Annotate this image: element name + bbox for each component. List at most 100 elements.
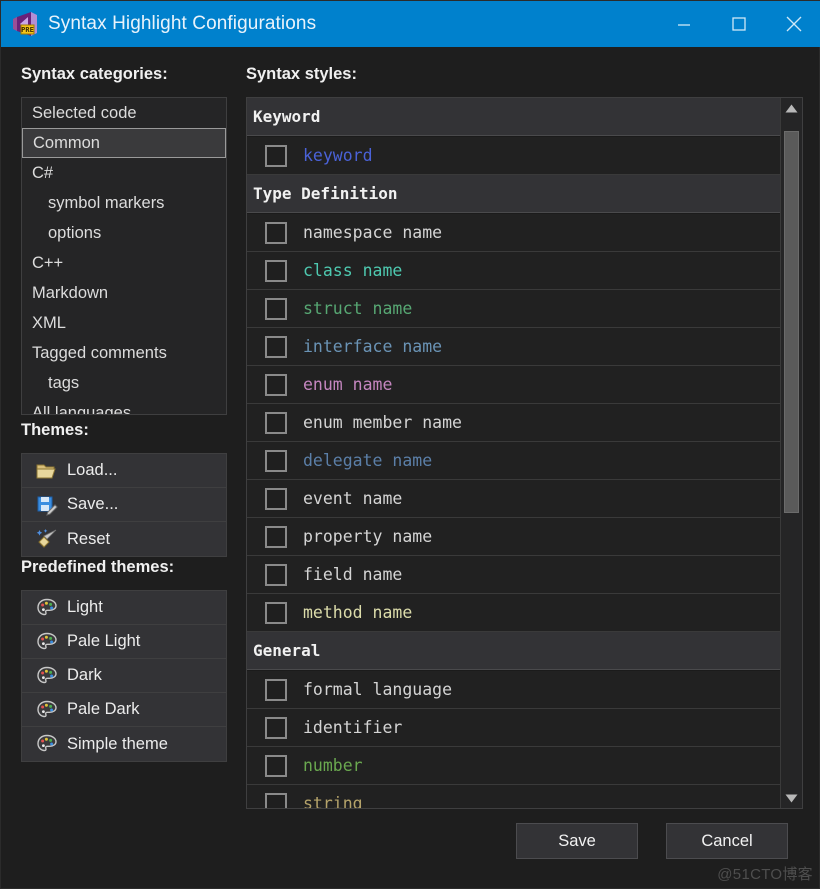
category-item[interactable]: Common — [22, 128, 226, 158]
title-bar: PRE Syntax Highlight Configurations — [1, 1, 820, 47]
minimize-button[interactable] — [656, 1, 711, 47]
category-item-label: Common — [33, 134, 100, 152]
syntax-categories-list[interactable]: Selected code Common C# symbol markers optio… — [21, 97, 227, 415]
category-item[interactable]: Selected code — [22, 98, 226, 128]
category-item[interactable]: options — [22, 218, 226, 248]
styles-vertical-scrollbar[interactable] — [780, 98, 802, 808]
style-checkbox[interactable] — [265, 297, 287, 320]
style-checkbox[interactable] — [265, 259, 287, 282]
category-item-label: Markdown — [32, 284, 109, 302]
style-row[interactable]: namespace name — [247, 214, 780, 252]
style-row-label: class name — [303, 261, 403, 280]
style-row-label: event name — [303, 489, 403, 508]
category-item[interactable]: C++ — [22, 248, 226, 278]
folder-open-icon — [36, 460, 58, 482]
palette-icon — [36, 597, 58, 619]
category-item[interactable]: C# — [22, 158, 226, 188]
close-button[interactable] — [766, 1, 820, 47]
syntax-styles-label: Syntax styles: — [246, 65, 357, 83]
style-checkbox[interactable] — [265, 144, 287, 167]
theme-action-button[interactable]: Load... — [22, 454, 226, 488]
theme-action-button-label: Load... — [67, 461, 118, 479]
style-checkbox[interactable] — [265, 221, 287, 244]
predefined-theme-button[interactable]: Pale Dark — [22, 693, 226, 727]
category-item-label: All languages — [32, 404, 132, 415]
broom-sparkle-icon — [36, 528, 58, 550]
style-row[interactable]: method name — [247, 594, 780, 632]
maximize-button[interactable] — [711, 1, 766, 47]
style-checkbox[interactable] — [265, 678, 287, 701]
style-checkbox[interactable] — [265, 754, 287, 777]
style-row[interactable]: class name — [247, 252, 780, 290]
predefined-theme-button-label: Pale Dark — [67, 700, 140, 718]
style-checkbox[interactable] — [265, 373, 287, 396]
style-row-label: identifier — [303, 718, 403, 737]
style-group-header: Keyword — [247, 98, 780, 136]
predefined-theme-button[interactable]: Pale Light — [22, 625, 226, 659]
predefined-theme-button[interactable]: Simple theme — [22, 727, 226, 761]
style-row-label: property name — [303, 527, 433, 546]
style-row[interactable]: struct name — [247, 290, 780, 328]
style-checkbox[interactable] — [265, 487, 287, 510]
syntax-styles-scroll-area[interactable]: Keyword keyword Type Definition namespace n… — [247, 98, 780, 808]
style-row[interactable]: delegate name — [247, 442, 780, 480]
predefined-theme-button-label: Simple theme — [67, 734, 168, 753]
style-checkbox[interactable] — [265, 525, 287, 548]
style-checkbox[interactable] — [265, 563, 287, 586]
floppy-disk-edit-icon — [36, 494, 58, 516]
dialog-window: PRE Syntax Highlight Configurations Synt… — [0, 0, 820, 889]
predefined-theme-button[interactable]: Dark — [22, 659, 226, 693]
category-item-label: symbol markers — [48, 194, 165, 212]
predefined-theme-button[interactable]: Light — [22, 591, 226, 625]
theme-action-button-label: Save... — [67, 495, 119, 513]
category-item-label: options — [48, 224, 102, 242]
style-row[interactable]: formal language — [247, 671, 780, 709]
window-title: Syntax Highlight Configurations — [48, 13, 317, 34]
style-row-label: method name — [303, 603, 413, 622]
style-row[interactable]: interface name — [247, 328, 780, 366]
themes-label: Themes: — [21, 421, 89, 439]
category-item[interactable]: tags — [22, 368, 226, 398]
style-row[interactable]: field name — [247, 556, 780, 594]
style-checkbox[interactable] — [265, 792, 287, 808]
style-row-label: enum member name — [303, 413, 462, 432]
style-row-label: string — [303, 794, 363, 808]
category-item[interactable]: symbol markers — [22, 188, 226, 218]
theme-action-button-label: Reset — [67, 529, 111, 548]
save-button[interactable]: Save — [516, 823, 638, 859]
category-item[interactable]: Markdown — [22, 278, 226, 308]
predefined-themes-list: Light Pale Light Dark Pale Dark Simple theme — [21, 590, 227, 762]
style-checkbox[interactable] — [265, 411, 287, 434]
style-row[interactable]: enum name — [247, 366, 780, 404]
style-row[interactable]: keyword — [247, 137, 780, 175]
style-group-header: General — [247, 632, 780, 670]
scroll-up-arrow-icon[interactable] — [781, 98, 802, 118]
style-checkbox[interactable] — [265, 335, 287, 358]
theme-action-button[interactable]: Save... — [22, 488, 226, 522]
style-row-label: enum name — [303, 375, 393, 394]
palette-icon — [36, 733, 58, 755]
style-row-label: interface name — [303, 337, 443, 356]
style-row-label: keyword — [303, 146, 373, 165]
category-item[interactable]: Tagged comments — [22, 338, 226, 368]
theme-action-button[interactable]: Reset — [22, 522, 226, 556]
style-row[interactable]: identifier — [247, 709, 780, 747]
style-checkbox[interactable] — [265, 449, 287, 472]
scroll-down-arrow-icon[interactable] — [781, 788, 802, 808]
style-checkbox[interactable] — [265, 601, 287, 624]
style-row[interactable]: number — [247, 747, 780, 785]
style-group-header: Type Definition — [247, 175, 780, 213]
cancel-button[interactable]: Cancel — [666, 823, 788, 859]
category-item[interactable]: All languages — [22, 398, 226, 415]
palette-icon — [36, 665, 58, 687]
category-item-label: XML — [32, 314, 66, 332]
category-item[interactable]: XML — [22, 308, 226, 338]
scrollbar-thumb[interactable] — [784, 131, 799, 514]
style-row[interactable]: enum member name — [247, 404, 780, 442]
style-row[interactable]: event name — [247, 480, 780, 518]
style-row[interactable]: property name — [247, 518, 780, 556]
syntax-categories-label: Syntax categories: — [21, 65, 168, 83]
predefined-theme-button-label: Light — [67, 598, 103, 616]
style-checkbox[interactable] — [265, 716, 287, 739]
style-row[interactable]: string — [247, 785, 780, 808]
